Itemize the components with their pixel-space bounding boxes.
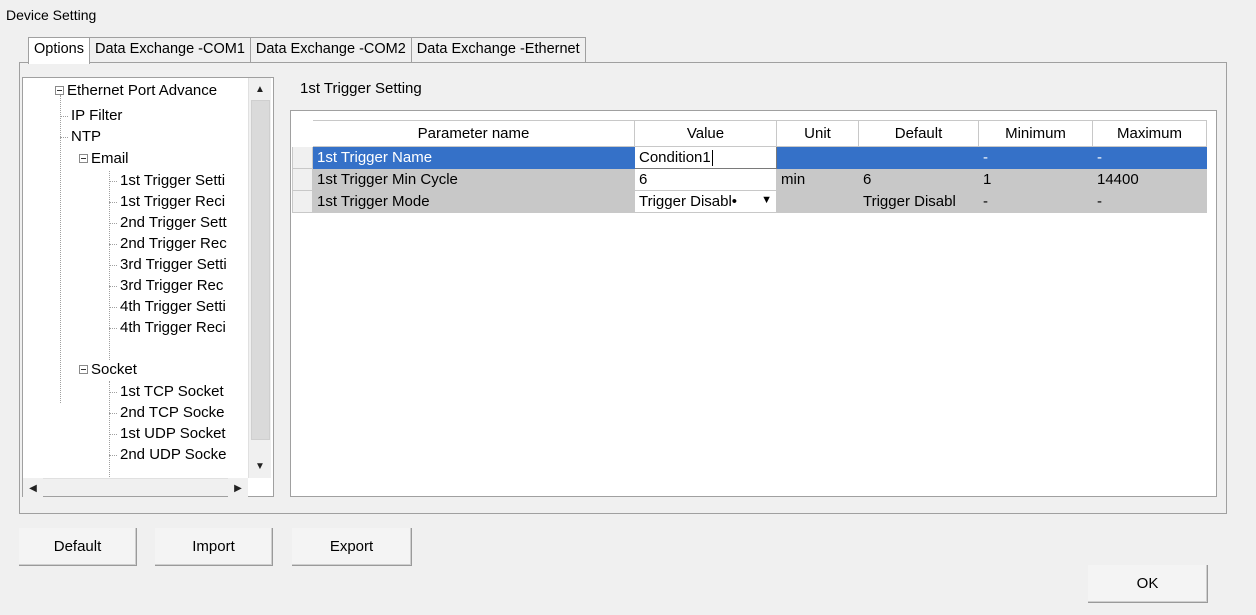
tree-connector [109, 265, 117, 266]
tree-connector [109, 181, 117, 182]
tree-connector [60, 95, 61, 403]
scroll-left-arrow-icon[interactable]: ◀ [23, 478, 43, 498]
tree-item-2nd-udp-socket[interactable]: 2nd UDP Socke [120, 444, 226, 465]
tab-data-exchange-com2[interactable]: Data Exchange -COM2 [249, 37, 412, 63]
tab-options[interactable]: Options [28, 37, 90, 64]
tree-item-ethernet-port-advance[interactable]: Ethernet Port Advance [55, 80, 217, 101]
tree-connector [109, 307, 117, 308]
import-button[interactable]: Import [155, 528, 273, 566]
unit-cell: min [776, 168, 859, 191]
tree-connector [60, 137, 68, 138]
tree-item-2nd-trigger-recipient[interactable]: 2nd Trigger Rec [120, 233, 227, 254]
dropdown-arrow-icon[interactable]: ▼ [761, 194, 772, 206]
tree-item-4th-trigger-recipient[interactable]: 4th Trigger Reci [120, 317, 226, 338]
tree-item-1st-tcp-socket[interactable]: 1st TCP Socket [120, 381, 224, 402]
tree-connector [109, 244, 117, 245]
tree-item-1st-trigger-setting[interactable]: 1st Trigger Setti [120, 170, 225, 191]
window-title: Device Setting [6, 7, 97, 23]
tree-connector [109, 413, 117, 414]
tree-connector [109, 455, 117, 456]
tree-horizontal-scrollbar[interactable]: ◀ ▶ [23, 478, 248, 498]
tree-connector [109, 286, 117, 287]
maximum-cell: - [1092, 146, 1207, 169]
default-button[interactable]: Default [19, 528, 137, 566]
tree-connector [109, 392, 117, 393]
column-header-minimum[interactable]: Minimum [978, 120, 1093, 147]
tree-connector [109, 223, 117, 224]
row-header[interactable] [292, 146, 313, 169]
row-header[interactable] [292, 190, 313, 213]
ok-button[interactable]: OK [1088, 565, 1208, 603]
tree-connector [109, 434, 117, 435]
export-button[interactable]: Export [292, 528, 412, 566]
tree-connector [109, 328, 117, 329]
tree-item-3rd-trigger-setting[interactable]: 3rd Trigger Setti [120, 254, 227, 275]
parameter-name-cell: 1st Trigger Mode [312, 190, 635, 213]
minimum-cell: 1 [978, 168, 1093, 191]
table-row[interactable]: 1st Trigger Name Condition1 - - [292, 146, 1207, 169]
section-title: 1st Trigger Setting [300, 80, 422, 97]
scroll-down-arrow-icon[interactable]: ▼ [250, 456, 270, 476]
default-cell: 6 [858, 168, 979, 191]
tree-item-2nd-tcp-socket[interactable]: 2nd TCP Socke [120, 402, 225, 423]
tab-data-exchange-com1[interactable]: Data Exchange -COM1 [88, 37, 251, 63]
parameter-name-cell: 1st Trigger Name [312, 146, 635, 169]
dropdown-value: Trigger Disabl• [639, 193, 738, 210]
column-header-maximum[interactable]: Maximum [1092, 120, 1207, 147]
tree-connector [109, 202, 117, 203]
settings-tree[interactable]: Ethernet Port Advance IP Filter NTP Emai… [22, 77, 274, 497]
table-header-row: Parameter name Value Unit Default Minimu… [292, 120, 1207, 147]
scroll-up-arrow-icon[interactable]: ▲ [250, 79, 270, 99]
tree-item-socket[interactable]: Socket [79, 359, 137, 380]
maximum-cell: 14400 [1092, 168, 1207, 191]
tree-item-ip-filter[interactable]: IP Filter [71, 105, 122, 126]
table-row[interactable]: 1st Trigger Min Cycle 6 min 6 1 14400 [292, 168, 1207, 191]
collapse-icon[interactable] [79, 364, 88, 374]
minimum-cell: - [978, 146, 1093, 169]
tree-item-ntp[interactable]: NTP [71, 126, 101, 147]
tree-item-4th-trigger-setting[interactable]: 4th Trigger Setti [120, 296, 226, 317]
scrollbar-thumb[interactable] [251, 100, 270, 440]
tree-item-1st-trigger-recipient[interactable]: 1st Trigger Reci [120, 191, 225, 212]
value-input[interactable]: Condition1 [634, 146, 777, 169]
parameter-grid: Parameter name Value Unit Default Minimu… [290, 110, 1217, 497]
unit-cell [776, 146, 859, 169]
value-input[interactable]: 6 [634, 168, 777, 191]
maximum-cell: - [1092, 190, 1207, 213]
unit-cell [776, 190, 859, 213]
collapse-icon[interactable] [55, 85, 64, 95]
minimum-cell: - [978, 190, 1093, 213]
parameter-table: Parameter name Value Unit Default Minimu… [292, 120, 1207, 213]
column-header-parameter-name[interactable]: Parameter name [312, 120, 635, 147]
tree-item-2nd-trigger-setting[interactable]: 2nd Trigger Sett [120, 212, 227, 233]
value-text: Condition1 [639, 148, 711, 166]
tree-item-3rd-trigger-recipient[interactable]: 3rd Trigger Rec [120, 275, 223, 296]
tree-connector [109, 381, 110, 481]
tree-vertical-scrollbar[interactable]: ▲ ▼ [248, 78, 271, 478]
row-header-corner [292, 120, 313, 147]
mode-dropdown[interactable]: Trigger Disabl• ▼ [634, 190, 777, 213]
tree-item-email[interactable]: Email [79, 148, 129, 169]
row-header[interactable] [292, 168, 313, 191]
default-cell: Trigger Disabl [858, 190, 979, 213]
table-row[interactable]: 1st Trigger Mode Trigger Disabl• ▼ Trigge… [292, 190, 1207, 213]
parameter-name-cell: 1st Trigger Min Cycle [312, 168, 635, 191]
tab-data-exchange-ethernet[interactable]: Data Exchange -Ethernet [410, 37, 586, 63]
column-header-value[interactable]: Value [634, 120, 777, 147]
tab-bar: Options Data Exchange -COM1 Data Exchang… [28, 37, 586, 64]
collapse-icon[interactable] [79, 153, 88, 163]
default-cell [858, 146, 979, 169]
text-caret [711, 150, 713, 167]
tree-item-1st-udp-socket[interactable]: 1st UDP Socket [120, 423, 226, 444]
column-header-default[interactable]: Default [858, 120, 979, 147]
scroll-right-arrow-icon[interactable]: ▶ [228, 478, 248, 498]
column-header-unit[interactable]: Unit [776, 120, 859, 147]
tree-connector [60, 116, 68, 117]
